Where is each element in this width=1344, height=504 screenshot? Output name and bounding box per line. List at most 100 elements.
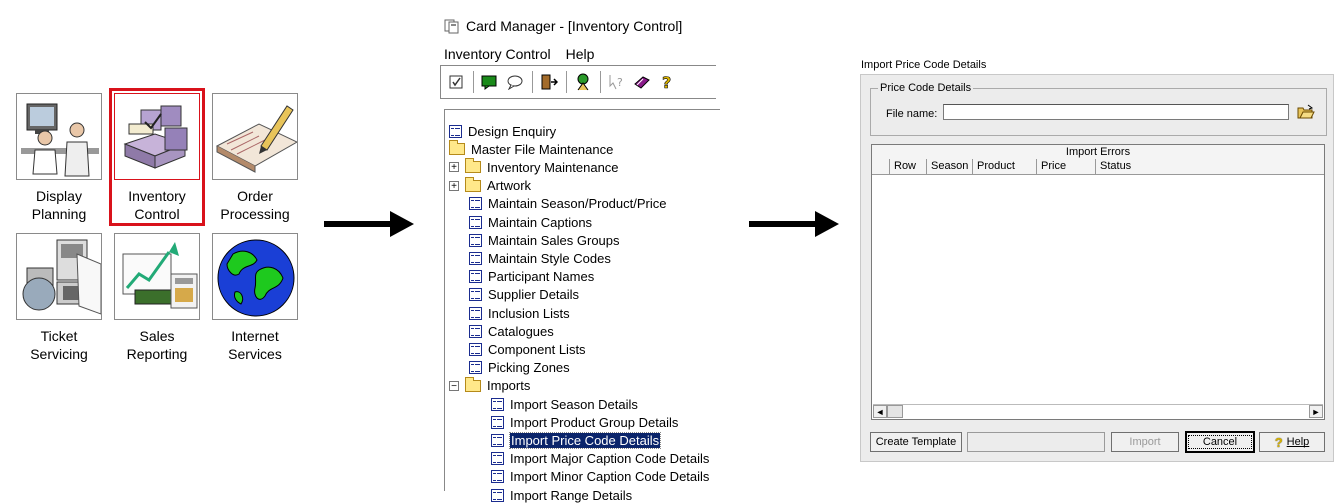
status-field (967, 432, 1105, 452)
tree-item-label: Import Major Caption Code Details (510, 451, 710, 467)
green-chat-icon[interactable] (479, 71, 501, 93)
tree-item-label: Inventory Maintenance (487, 159, 619, 175)
module-launcher: Display Planning Inventory Control Order… (13, 88, 308, 370)
tree-item[interactable]: Import Minor Caption Code Details (491, 468, 709, 486)
sales-reporting-icon (114, 233, 200, 320)
tree-item[interactable]: Import Season Details (491, 395, 638, 413)
file-name-label: File name: (886, 108, 938, 120)
tree-item-label: Maintain Season/Product/Price (488, 196, 667, 212)
flow-arrow-2 (749, 211, 839, 237)
tree-item-label: Imports (487, 378, 531, 394)
speech-bubble-icon[interactable] (504, 71, 526, 93)
column-header-price[interactable]: Price (1037, 159, 1096, 175)
tree-item[interactable]: Maintain Captions (469, 213, 592, 231)
tree-item[interactable]: Master File Maintenance (449, 140, 613, 158)
navigation-tree: Design Enquiry Master File Maintenance + In… (444, 109, 720, 503)
create-template-button[interactable]: Create Template (870, 432, 962, 452)
flow-arrow-1 (324, 211, 414, 237)
tree-item[interactable]: Import Price Code Details (491, 431, 662, 449)
tile-sales-reporting[interactable]: Sales Reporting (111, 230, 203, 364)
tree-item-label: Master File Maintenance (471, 141, 614, 157)
document-icon (449, 124, 462, 138)
tree-item-label: Picking Zones (488, 360, 570, 376)
tree-item-label: Import Product Group Details (510, 414, 679, 430)
cancel-button[interactable]: Cancel (1185, 431, 1255, 453)
column-header-row[interactable]: Row (890, 159, 927, 175)
scroll-right-icon[interactable]: ► (1309, 405, 1323, 418)
document-icon (491, 470, 504, 484)
tree-item[interactable]: Maintain Season/Product/Price (469, 195, 666, 213)
expand-icon[interactable]: + (449, 162, 459, 173)
tile-order-processing[interactable]: Order Processing (209, 90, 301, 224)
column-header-status[interactable]: Status (1096, 159, 1324, 175)
tree-item[interactable]: Maintain Sales Groups (469, 231, 620, 249)
tree-item[interactable]: Inclusion Lists (469, 304, 570, 322)
toolbar: ? ? (440, 65, 716, 99)
folder-icon (449, 140, 465, 156)
document-icon (469, 233, 482, 247)
help-button[interactable]: ? Help (1259, 432, 1325, 452)
tree-item[interactable]: Participant Names (469, 268, 594, 286)
import-button[interactable]: Import (1111, 432, 1179, 452)
horizontal-scrollbar[interactable]: ◄ ► (873, 404, 1323, 418)
tree-item[interactable]: Maintain Style Codes (469, 249, 611, 267)
tree-item[interactable]: Design Enquiry (449, 122, 556, 140)
inventory-control-icon (114, 93, 200, 180)
toolbar-separator (532, 71, 533, 93)
document-icon (469, 324, 482, 338)
import-errors-grid[interactable]: Import Errors Row Season Product Price S… (871, 144, 1325, 420)
tree-item[interactable]: + Inventory Maintenance (449, 158, 619, 176)
tree-item[interactable]: Component Lists (469, 340, 586, 358)
tree-item[interactable]: Import Major Caption Code Details (491, 450, 709, 468)
tree-item-label: Import Season Details (510, 396, 638, 412)
column-header-season[interactable]: Season (927, 159, 973, 175)
whats-this-help-icon[interactable]: ? (606, 71, 628, 93)
tree-item[interactable]: − Imports (449, 376, 531, 395)
tree-item[interactable]: Supplier Details (469, 286, 579, 304)
tree-item[interactable]: + Artwork (449, 176, 532, 195)
file-name-input[interactable] (943, 104, 1289, 120)
tree-item[interactable]: Import Product Group Details (491, 413, 678, 431)
exit-door-icon[interactable] (538, 71, 560, 93)
tile-internet-services[interactable]: Internet Services (209, 230, 301, 364)
tree-item[interactable]: Catalogues (469, 322, 554, 340)
tree-item-label: Maintain Sales Groups (488, 232, 620, 248)
document-icon (469, 306, 482, 320)
scroll-left-icon[interactable]: ◄ (873, 405, 887, 418)
card-manager-window: Card Manager - [Inventory Control] Inven… (440, 12, 720, 503)
help-question-icon[interactable]: ? (656, 71, 678, 93)
tree-item-label: Participant Names (488, 269, 595, 285)
book-icon[interactable] (631, 71, 653, 93)
document-icon (469, 197, 482, 211)
toolbar-separator (473, 71, 474, 93)
menu-help[interactable]: Help (566, 46, 595, 62)
tree-item-label: Artwork (487, 178, 532, 194)
menu-inventory-control[interactable]: Inventory Control (444, 46, 551, 62)
checklist-icon[interactable] (445, 71, 467, 93)
document-icon (469, 270, 482, 284)
import-price-code-dialog: Import Price Code Details Price Code Det… (858, 56, 1336, 462)
document-icon (491, 433, 504, 447)
globe-person-icon[interactable] (572, 71, 594, 93)
ticket-servicing-icon (16, 233, 102, 320)
collapse-icon[interactable]: − (449, 380, 459, 391)
document-icon (469, 361, 482, 375)
column-header-product[interactable]: Product (973, 159, 1037, 175)
row-selector-header (872, 159, 890, 175)
folder-icon (465, 176, 481, 192)
expand-icon[interactable]: + (449, 180, 459, 191)
tree-item-label: Maintain Style Codes (488, 250, 611, 266)
tile-display-planning[interactable]: Display Planning (13, 90, 105, 224)
scroll-thumb[interactable] (887, 405, 903, 418)
menu-bar: Inventory Control Help (444, 46, 594, 62)
svg-text:?: ? (662, 74, 671, 90)
tile-inventory-control[interactable]: Inventory Control (109, 88, 205, 226)
tree-item-label: Supplier Details (488, 287, 580, 303)
tree-item[interactable]: Picking Zones (469, 359, 570, 377)
tree-item-label: Catalogues (488, 323, 554, 339)
svg-text:?: ? (617, 76, 623, 89)
tree-item-label: Inclusion Lists (488, 305, 570, 321)
tree-item[interactable]: Import Range Details (491, 486, 632, 504)
open-folder-icon[interactable] (1296, 102, 1316, 122)
tile-ticket-servicing[interactable]: Ticket Servicing (13, 230, 105, 364)
